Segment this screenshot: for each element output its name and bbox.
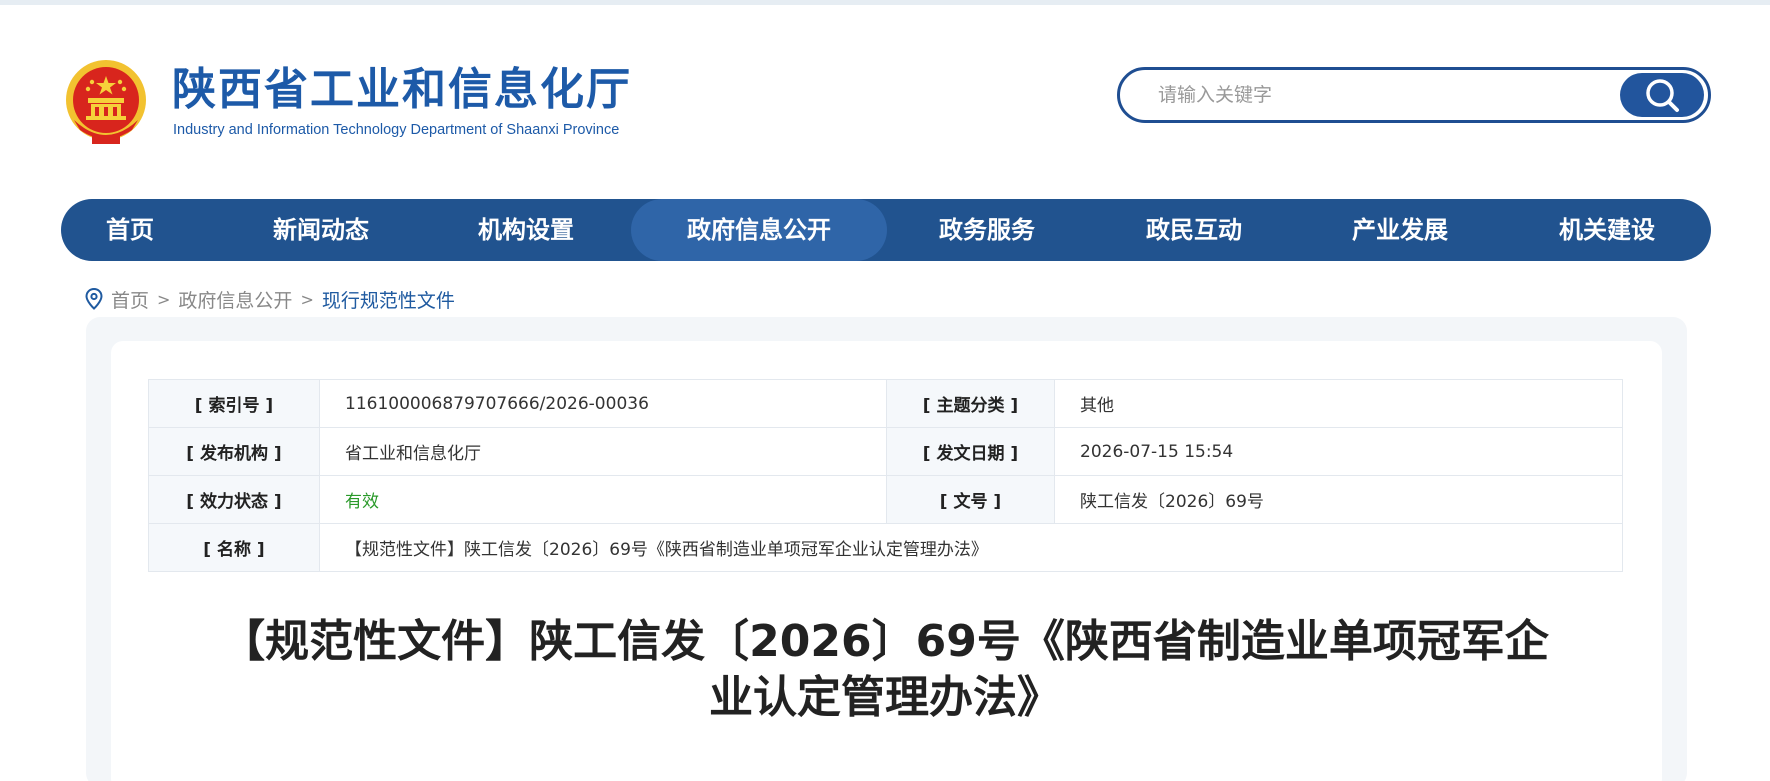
search-input[interactable] <box>1158 81 1598 109</box>
national-emblem-icon[interactable] <box>62 58 150 148</box>
nav-item-interaction[interactable]: 政民互动 <box>1134 199 1254 261</box>
publisher-label: [ 发布机构 ] <box>148 427 320 476</box>
date-value: 2026-07-15 15:54 <box>1054 427 1623 476</box>
breadcrumb-current[interactable]: 现行规范性文件 <box>322 286 455 313</box>
site-subtitle: Industry and Information Technology Depa… <box>173 122 620 138</box>
index-value: 116100006879707666/2026-00036 <box>319 379 887 428</box>
docno-value: 陕工信发〔2026〕69号 <box>1054 475 1623 524</box>
topic-value: 其他 <box>1054 379 1623 428</box>
nav-item-organization[interactable]: 机构设置 <box>466 199 586 261</box>
breadcrumb: 首页 > 政府信息公开 > 现行规范性文件 <box>85 286 455 312</box>
nav-item-gov-info-public[interactable]: 政府信息公开 <box>631 199 887 261</box>
docno-label: [ 文号 ] <box>886 475 1055 524</box>
search-box <box>1117 67 1711 123</box>
table-row: [ 索引号 ] 116100006879707666/2026-00036 [ … <box>148 379 1623 428</box>
publisher-value: 省工业和信息化厅 <box>319 427 887 476</box>
main-nav: 首页 新闻动态 机构设置 政府信息公开 政务服务 政民互动 产业发展 机关建设 <box>61 199 1711 261</box>
table-row: [ 名称 ] 【规范性文件】陕工信发〔2026〕69号《陕西省制造业单项冠军企业… <box>148 523 1623 572</box>
breadcrumb-separator: > <box>157 289 171 309</box>
document-meta-table: [ 索引号 ] 116100006879707666/2026-00036 [ … <box>148 379 1623 572</box>
nav-item-home[interactable]: 首页 <box>91 199 169 261</box>
search-icon <box>1646 79 1679 112</box>
document-title: 【规范性文件】陕工信发〔2026〕69号《陕西省制造业单项冠军企业认定管理办法》 <box>221 616 1549 723</box>
nav-item-gov-services[interactable]: 政务服务 <box>927 199 1047 261</box>
name-label: [ 名称 ] <box>148 523 320 572</box>
search-button[interactable] <box>1620 73 1704 117</box>
status-label: [ 效力状态 ] <box>148 475 320 524</box>
table-row: [ 效力状态 ] 有效 [ 文号 ] 陕工信发〔2026〕69号 <box>148 475 1623 524</box>
breadcrumb-separator: > <box>300 289 314 309</box>
site-title: 陕西省工业和信息化厅 <box>172 64 632 115</box>
breadcrumb-gov-info-public[interactable]: 政府信息公开 <box>178 286 292 313</box>
nav-item-news[interactable]: 新闻动态 <box>261 199 381 261</box>
table-row: [ 发布机构 ] 省工业和信息化厅 [ 发文日期 ] 2026-07-15 15… <box>148 427 1623 476</box>
nav-item-party-building[interactable]: 机关建设 <box>1547 199 1667 261</box>
topic-label: [ 主题分类 ] <box>886 379 1055 428</box>
index-label: [ 索引号 ] <box>148 379 320 428</box>
name-value: 【规范性文件】陕工信发〔2026〕69号《陕西省制造业单项冠军企业认定管理办法》 <box>319 523 1623 572</box>
site-header: 陕西省工业和信息化厅 Industry and Information Tech… <box>0 0 1770 190</box>
location-pin-icon <box>85 288 103 310</box>
date-label: [ 发文日期 ] <box>886 427 1055 476</box>
nav-item-industry[interactable]: 产业发展 <box>1340 199 1460 261</box>
breadcrumb-home[interactable]: 首页 <box>111 286 149 313</box>
status-value: 有效 <box>319 475 887 524</box>
